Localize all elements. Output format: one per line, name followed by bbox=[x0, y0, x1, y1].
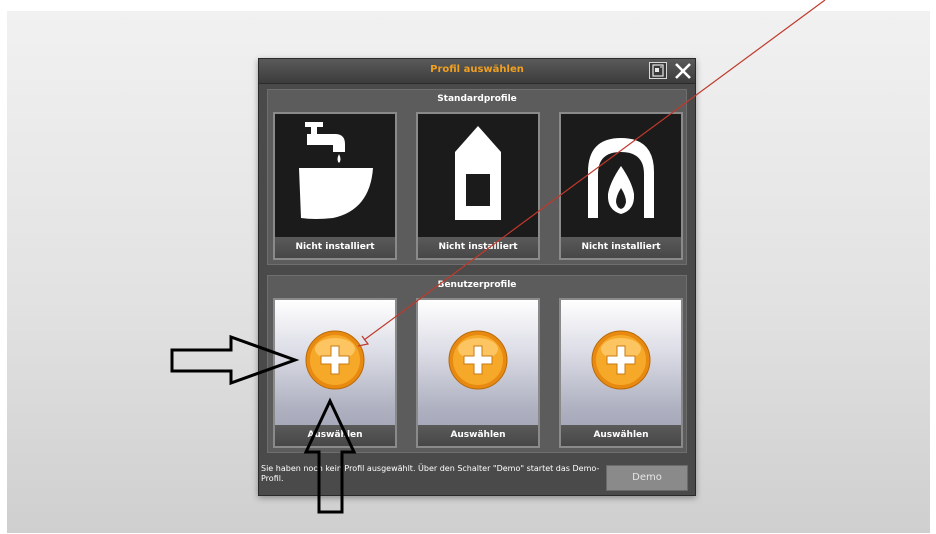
standard-profile-tile-water[interactable]: Nicht installiert bbox=[273, 112, 397, 260]
user-profile-slot-1[interactable]: Auswählen bbox=[273, 298, 397, 448]
profile-select-dialog: Profil auswählen Standardprofile Nicht i… bbox=[258, 58, 696, 496]
standard-profiles-heading: Standardprofile bbox=[437, 94, 517, 104]
add-plus-icon bbox=[591, 330, 651, 390]
faucet-basin-icon bbox=[299, 122, 373, 219]
house-icon bbox=[455, 126, 501, 220]
add-plus-icon bbox=[448, 330, 508, 390]
user-profile-label: Auswählen bbox=[275, 425, 395, 446]
user-profiles-section: Benutzerprofile Auswählen Auswählen Ausw… bbox=[267, 275, 687, 453]
user-profile-label: Auswählen bbox=[561, 425, 681, 446]
close-x-icon[interactable] bbox=[673, 61, 693, 81]
user-profile-label: Auswählen bbox=[418, 425, 538, 446]
standard-profiles-section: Standardprofile Nicht installiert Nicht … bbox=[267, 89, 687, 265]
standard-profile-tile-fireplace[interactable]: Nicht installiert bbox=[559, 112, 683, 260]
help-book-icon[interactable] bbox=[649, 62, 667, 79]
demo-button[interactable]: Demo bbox=[606, 465, 688, 491]
standard-profile-tile-house[interactable]: Nicht installiert bbox=[416, 112, 540, 260]
user-profiles-heading: Benutzerprofile bbox=[437, 280, 517, 290]
fireplace-flame-icon bbox=[588, 138, 654, 218]
standard-profile-label: Nicht installiert bbox=[275, 237, 395, 258]
dialog-titlebar: Profil auswählen bbox=[259, 59, 695, 84]
standard-profile-label: Nicht installiert bbox=[561, 237, 681, 258]
add-plus-icon bbox=[305, 330, 365, 390]
user-profile-slot-3[interactable]: Auswählen bbox=[559, 298, 683, 448]
standard-profile-label: Nicht installiert bbox=[418, 237, 538, 258]
user-profile-slot-2[interactable]: Auswählen bbox=[416, 298, 540, 448]
status-message: Sie haben noch kein Profil ausgewählt. Ü… bbox=[261, 464, 600, 483]
dialog-title: Profil auswählen bbox=[430, 64, 524, 75]
